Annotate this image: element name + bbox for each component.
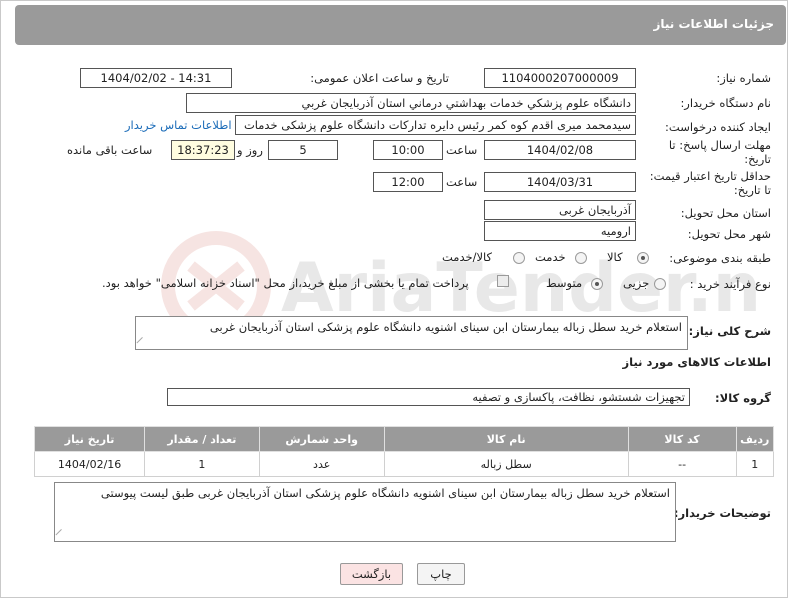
table-row: 1 -- سطل زباله عدد 1 1404/02/16 [33,451,775,477]
goods-group-label: گروه کالا: [715,391,771,405]
col-unit: واحد شمارش [258,426,385,452]
days-field: 5 [268,140,338,160]
col-row: ردیف [735,426,775,452]
need-number-label: شماره نیاز: [716,71,771,85]
col-code: کد کالا [627,426,737,452]
cell-date: 1404/02/16 [33,451,146,477]
category-radio-both[interactable] [513,252,525,264]
deadline-time-field: 10:00 [373,140,443,160]
buyer-org-field: دانشگاه علوم پزشكي خدمات بهداشتي درماني … [186,93,636,113]
buyer-notes-textarea: استعلام خرید سطل زباله بیمارستان ابن سین… [54,482,676,542]
province-field: آذربایجان غربی [484,200,636,220]
print-button[interactable]: چاپ [417,563,465,585]
days-label: روز و [237,143,263,157]
deadline-label: مهلت ارسال پاسخ: تا تاریخ: [668,138,771,166]
buyer-notes-text: استعلام خرید سطل زباله بیمارستان ابن سین… [100,486,670,500]
category-option-service: خدمت [535,250,566,264]
contact-info-link[interactable]: اطلاعات تماس خریدار [125,118,232,132]
page-header: جزئیات اطلاعات نیاز [15,5,786,45]
cell-name: سطل زباله [383,451,629,477]
announce-label: تاریخ و ساعت اعلان عمومی: [310,71,449,85]
process-label: نوع فرآیند خرید : [689,277,771,291]
resize-grip-icon[interactable] [136,336,149,350]
cell-quantity: 1 [144,451,260,477]
treasury-payment-checkbox[interactable] [497,275,509,287]
deadline-time-label: ساعت [446,143,478,157]
process-option-medium: متوسط [546,276,583,290]
description-label: شرح کلی نیاز: [688,324,771,338]
announce-field: 1404/02/02 - 14:31 [80,68,232,88]
process-option-minor: جزیی [623,276,650,290]
price-validity-label: حداقل تاریخ اعتبار قیمت: تا تاریخ: [649,169,771,197]
category-option-goods: کالا [607,250,623,264]
back-button[interactable]: بازگشت [340,563,403,585]
col-quantity: تعداد / مقدار [144,426,260,452]
category-radio-goods[interactable] [637,252,649,264]
requester-label: ایجاد کننده درخواست: [665,120,771,134]
category-radio-service[interactable] [575,252,587,264]
goods-table-header: ردیف کد کالا نام کالا واحد شمارش تعداد /… [33,426,775,452]
process-radio-medium[interactable] [591,278,603,290]
need-number-field: 1104000207000009 [484,68,636,88]
resize-grip-icon[interactable] [55,528,68,542]
description-textarea: استعلام خرید سطل زباله بیمارستان ابن سین… [135,316,688,350]
process-radio-minor[interactable] [654,278,666,290]
province-label: استان محل تحویل: [680,206,771,220]
cell-unit: عدد [258,451,385,477]
details-panel: جزئیات اطلاعات نیاز AriaTender.neT شماره… [0,0,788,598]
city-field: ارومیه [484,221,636,241]
price-time-label: ساعت [446,175,478,189]
buyer-notes-label: توضیحات خریدار: [673,506,771,520]
requester-field: سیدمحمد میری اقدم کوه کمر رئیس دایره تدا… [235,115,636,135]
col-date: تاریخ نیاز [33,426,146,452]
col-name: نام کالا [383,426,629,452]
goods-table: ردیف کد کالا نام کالا واحد شمارش تعداد /… [33,426,775,477]
category-label: طبقه بندی موضوعی: [669,251,771,265]
payment-note: پرداخت تمام یا بخشی از مبلغ خرید،از محل … [102,276,469,290]
description-text: استعلام خرید سطل زباله بیمارستان ابن سین… [209,320,682,334]
buyer-org-label: نام دستگاه خریدار: [680,96,771,110]
goods-info-title: اطلاعات کالاهای مورد نیاز [622,355,771,369]
remaining-label: ساعت باقی مانده [67,143,153,157]
deadline-date-field: 1404/02/08 [484,140,636,160]
page-title: جزئیات اطلاعات نیاز [653,17,774,31]
cell-code: -- [627,451,737,477]
remaining-time-field: 18:37:23 [171,140,235,160]
cell-row: 1 [735,451,775,477]
price-time-field: 12:00 [373,172,443,192]
goods-group-field: تجهیزات شستشو، نظافت، پاکسازی و تصفیه [167,388,690,406]
category-option-both: کالا/خدمت [442,250,493,264]
price-date-field: 1404/03/31 [484,172,636,192]
city-label: شهر محل تحویل: [687,227,771,241]
